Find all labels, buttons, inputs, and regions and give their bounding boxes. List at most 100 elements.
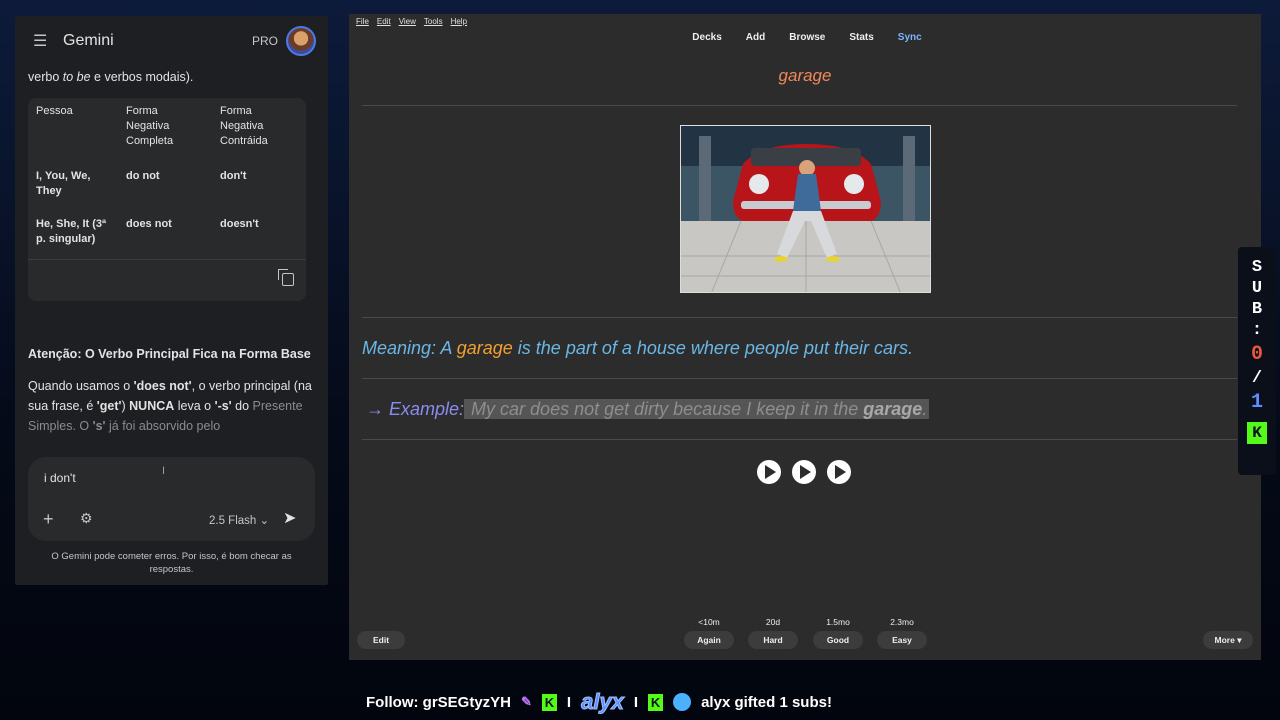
nav-stats[interactable]: Stats xyxy=(845,32,873,43)
para-bold: 'does not' xyxy=(133,379,192,393)
audio-controls xyxy=(757,460,851,484)
divider xyxy=(362,439,1237,440)
menu-file[interactable]: File xyxy=(356,17,369,28)
gemini-title: Gemini xyxy=(63,32,114,49)
para-bold: 'get' xyxy=(96,399,122,413)
good-button[interactable]: Good xyxy=(813,631,863,649)
table-header: Pessoa xyxy=(36,105,73,117)
counter-letter: S xyxy=(1251,258,1263,277)
example-sentence-end: . xyxy=(922,399,928,419)
para-text: Quando usamos o xyxy=(28,379,134,393)
meaning-text: Meaning: A garage is the part of a house… xyxy=(362,338,913,359)
counter-current: 0 xyxy=(1250,343,1263,366)
counter-letter: : xyxy=(1251,321,1263,340)
menu-edit[interactable]: Edit xyxy=(377,17,391,28)
table-row: He, She, It (3ª p. singular) does not do… xyxy=(28,211,306,259)
interval-easy: 2.3mo xyxy=(890,617,914,627)
answer-bar: Edit <10m Again 20d Hard 1.5mo Good 2.3m… xyxy=(349,614,1261,660)
divider xyxy=(362,378,1237,379)
anki-window: File Edit View Tools Help Decks Add Brow… xyxy=(349,14,1261,660)
menu-view[interactable]: View xyxy=(399,17,416,28)
gemini-panel: ☰ Gemini PRO verbo to be e verbos modais… xyxy=(15,16,328,585)
nav-add[interactable]: Add xyxy=(742,32,765,43)
table-row: I, You, We, They do not don't xyxy=(28,163,306,211)
chevron-down-icon: ⌄ xyxy=(259,515,270,527)
prompt-input[interactable]: i don't xyxy=(44,471,76,485)
more-button[interactable]: More ▾ xyxy=(1203,631,1253,649)
edit-button[interactable]: Edit xyxy=(357,631,405,649)
menu-bar: File Edit View Tools Help xyxy=(349,14,1261,28)
copy-icon[interactable] xyxy=(278,269,294,286)
easy-button[interactable]: Easy xyxy=(877,631,927,649)
section-heading: Atenção: O Verbo Principal Fica na Forma… xyxy=(28,347,311,361)
counter-slash: / xyxy=(1251,369,1263,388)
intro-italic: to be xyxy=(62,70,91,84)
meaning-keyword: garage xyxy=(456,338,513,358)
again-button[interactable]: Again xyxy=(684,631,734,649)
garage-photo xyxy=(681,126,930,292)
tools-icon[interactable]: ⚙ xyxy=(80,510,93,527)
example-sentence: My car does not get dirty because I keep… xyxy=(464,399,930,419)
para-text: do xyxy=(231,399,253,413)
para-text: leva o xyxy=(174,399,215,413)
para-text: ) xyxy=(121,399,130,413)
table-cell: do not xyxy=(126,170,160,182)
intro-prefix: verbo xyxy=(28,70,63,84)
avatar[interactable] xyxy=(286,26,316,56)
user-avatar-icon xyxy=(673,693,692,711)
interval-again: <10m xyxy=(698,617,720,627)
nav-decks[interactable]: Decks xyxy=(688,32,721,43)
send-icon[interactable]: ➤ xyxy=(283,508,296,528)
counter-letter: B xyxy=(1251,300,1263,319)
separator: I xyxy=(633,693,639,711)
add-icon[interactable]: + xyxy=(43,509,54,530)
interval-hard: 20d xyxy=(765,617,781,627)
menu-tools[interactable]: Tools xyxy=(424,17,443,28)
card-word: garage xyxy=(778,66,832,85)
table-cell: don't xyxy=(220,170,247,182)
negative-forms-table: Pessoa Forma Negativa Completa Forma Neg… xyxy=(28,98,306,301)
model-label: 2.5 Flash xyxy=(209,515,257,527)
model-selector[interactable]: 2.5 Flash ⌄ xyxy=(209,513,269,527)
divider xyxy=(362,317,1237,318)
nav-browse[interactable]: Browse xyxy=(785,32,825,43)
example-keyword: garage xyxy=(863,399,923,419)
card-image xyxy=(680,125,931,293)
meaning-suffix: is the part of a house where people put … xyxy=(512,338,914,358)
disclaimer: O Gemini pode cometer erros. Por isso, é… xyxy=(51,551,292,575)
counter-letter: U xyxy=(1251,279,1263,298)
example-label: → Example: xyxy=(366,399,465,419)
para-text-faded: já foi absorvido pelo xyxy=(105,419,221,433)
hard-button[interactable]: Hard xyxy=(748,631,798,649)
para-bold: '-s' xyxy=(214,399,232,413)
pro-badge: PRO xyxy=(251,34,278,48)
gemini-header: ☰ Gemini PRO xyxy=(15,16,328,66)
follow-text: Follow: grSEGtyzYH xyxy=(366,693,512,711)
divider xyxy=(362,105,1237,106)
table-cell: doesn't xyxy=(220,218,259,230)
para-bold: NUNCA xyxy=(129,399,175,413)
top-nav: Decks Add Browse Stats Sync xyxy=(349,32,1261,43)
table-footer xyxy=(28,259,306,301)
meaning-prefix: Meaning: A xyxy=(362,338,457,358)
table-cell: I, You, We, They xyxy=(36,170,91,197)
para-bold-faded: 's' xyxy=(92,419,106,433)
separator: I xyxy=(566,693,572,711)
table-cell: He, She, It (3ª p. singular) xyxy=(36,218,107,245)
text-cursor-icon: I xyxy=(162,465,166,477)
nav-sync[interactable]: Sync xyxy=(894,32,922,43)
table-header: Forma Negativa Completa xyxy=(126,105,174,147)
table-cell: does not xyxy=(126,218,172,230)
prompt-input-box[interactable]: i don't I + ⚙ 2.5 Flash ⌄ ➤ xyxy=(28,457,315,541)
alyx-logo: alyx xyxy=(581,689,625,715)
play-icon[interactable] xyxy=(757,460,781,484)
play-icon[interactable] xyxy=(827,460,851,484)
kick-logo-icon: K xyxy=(648,693,664,711)
play-icon[interactable] xyxy=(792,460,816,484)
kick-logo-icon: K xyxy=(1247,422,1267,444)
table-header: Forma Negativa Contráida xyxy=(220,105,268,147)
hamburger-menu-icon[interactable]: ☰ xyxy=(33,31,47,51)
interval-good: 1.5mo xyxy=(826,617,850,627)
menu-help[interactable]: Help xyxy=(451,17,467,28)
example-sentence-text: My car does not get dirty because I keep… xyxy=(466,399,864,419)
